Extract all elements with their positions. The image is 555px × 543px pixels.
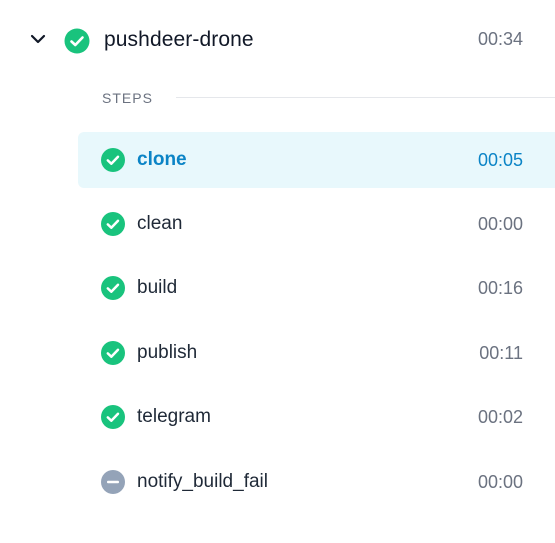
pipeline-panel: pushdeer-drone 00:34 STEPS clone 00:05 cle… [0, 0, 555, 543]
steps-header: STEPS [102, 88, 153, 108]
step-name: clone [137, 149, 187, 170]
step-row-publish[interactable]: publish 00:11 [78, 325, 555, 381]
check-circle-icon [101, 212, 125, 236]
step-name: publish [137, 342, 198, 363]
check-circle-icon [101, 405, 125, 429]
step-duration: 00:00 [477, 472, 523, 492]
check-circle-icon [101, 341, 125, 365]
check-circle-icon [64, 28, 90, 54]
chevron-down-icon[interactable] [26, 27, 50, 51]
step-duration: 00:11 [479, 343, 523, 363]
step-row-telegram[interactable]: telegram 00:02 [78, 389, 555, 445]
step-row-notify-build-fail[interactable]: notify_build_fail 00:00 [78, 454, 555, 510]
step-name: clean [137, 213, 183, 234]
steps-divider [176, 97, 555, 98]
check-circle-icon [101, 276, 125, 300]
step-duration: 00:05 [477, 150, 523, 170]
pipeline-name: pushdeer-drone [104, 28, 254, 51]
step-row-build[interactable]: build 00:16 [78, 260, 555, 316]
step-name: notify_build_fail [137, 471, 268, 492]
check-circle-icon [101, 148, 125, 172]
pipeline-row[interactable]: pushdeer-drone 00:34 [0, 0, 555, 80]
step-duration: 00:16 [477, 278, 523, 298]
step-name: build [137, 277, 178, 298]
step-row-clean[interactable]: clean 00:00 [78, 196, 555, 252]
steps-label: STEPS [102, 90, 153, 106]
pipeline-duration: 00:34 [477, 29, 523, 49]
skipped-icon [101, 470, 125, 494]
step-duration: 00:00 [477, 214, 523, 234]
step-name: telegram [137, 406, 211, 427]
step-duration: 00:02 [477, 407, 523, 427]
step-row-clone[interactable]: clone 00:05 [78, 132, 555, 188]
